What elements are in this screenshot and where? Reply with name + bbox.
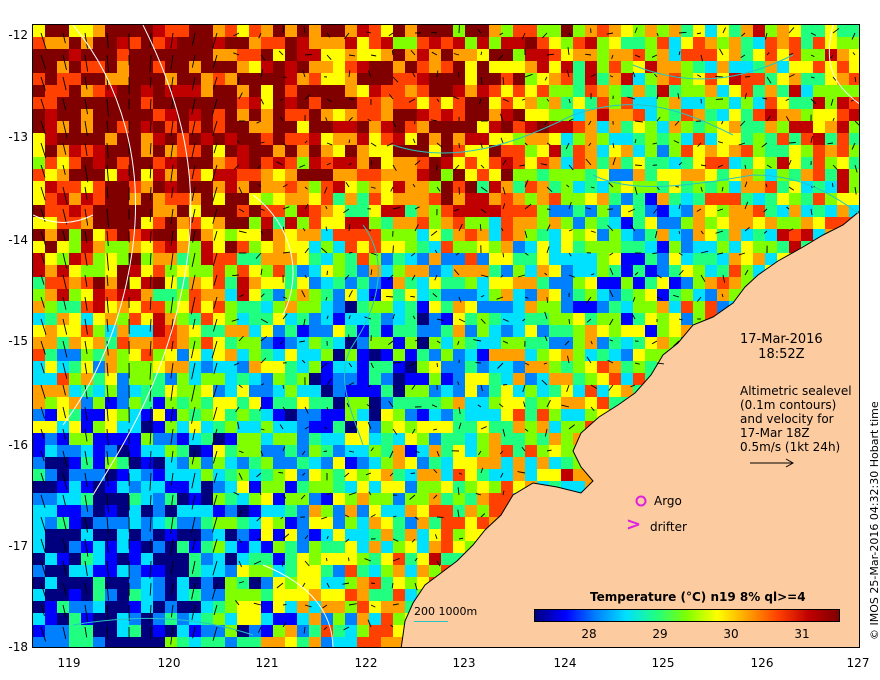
time-line: 18:52Z — [758, 347, 805, 362]
lon-label: 122 — [354, 656, 378, 670]
lat-label: -14 — [8, 233, 28, 247]
lat-label: -12 — [8, 28, 28, 42]
lat-label: -18 — [8, 640, 28, 654]
colorbar-tick: 29 — [652, 627, 668, 641]
altimetry-line: and velocity for — [740, 412, 834, 426]
temperature-colorbar — [534, 609, 840, 622]
velocity-scale-arrow-icon — [750, 458, 795, 468]
colorbar-tick: 31 — [794, 627, 810, 641]
date-line: 17-Mar-2016 — [740, 332, 823, 347]
lat-label: -13 — [8, 130, 28, 144]
copyright-text: © IMOS 25-Mar-2016 04:32:30 Hobart time — [868, 401, 880, 640]
lon-label: 125 — [651, 656, 675, 670]
lon-label: 124 — [553, 656, 577, 670]
argo-marker-icon — [635, 495, 647, 507]
lon-label: 126 — [750, 656, 774, 670]
sst-map-canvas — [33, 25, 859, 647]
depth-contour-legend: 200 1000m — [414, 605, 478, 618]
colorbar-tick: 30 — [723, 627, 739, 641]
altimetry-line: 0.5m/s (1kt 24h) — [740, 440, 841, 454]
lon-label: 121 — [255, 656, 279, 670]
date-time-annotation: 17-Mar-2016 18:52Z — [740, 332, 823, 362]
colorbar-title: Temperature (°C) n19 8% ql>=4 — [590, 590, 806, 604]
lat-label: -17 — [8, 539, 28, 553]
altimetry-line: Altimetric sealevel — [740, 384, 852, 398]
lon-label: 123 — [452, 656, 476, 670]
lon-label: 119 — [57, 656, 81, 670]
altimetry-line: (0.1m contours) — [740, 398, 837, 412]
lon-label: 120 — [157, 656, 181, 670]
depth-contour-legend-line — [414, 621, 448, 622]
lon-label: 127 — [846, 656, 870, 670]
drifter-label: drifter — [650, 520, 687, 534]
lat-label: -16 — [8, 438, 28, 452]
altimetry-line: 17-Mar 18Z — [740, 426, 810, 440]
argo-label: Argo — [654, 494, 682, 508]
drifter-marker-icon: > — [626, 514, 642, 535]
altimetry-annotation: Altimetric sealevel (0.1m contours) and … — [740, 384, 852, 454]
colorbar-tick: 28 — [581, 627, 597, 641]
lat-label: -15 — [8, 334, 28, 348]
sst-map[interactable] — [32, 24, 860, 648]
